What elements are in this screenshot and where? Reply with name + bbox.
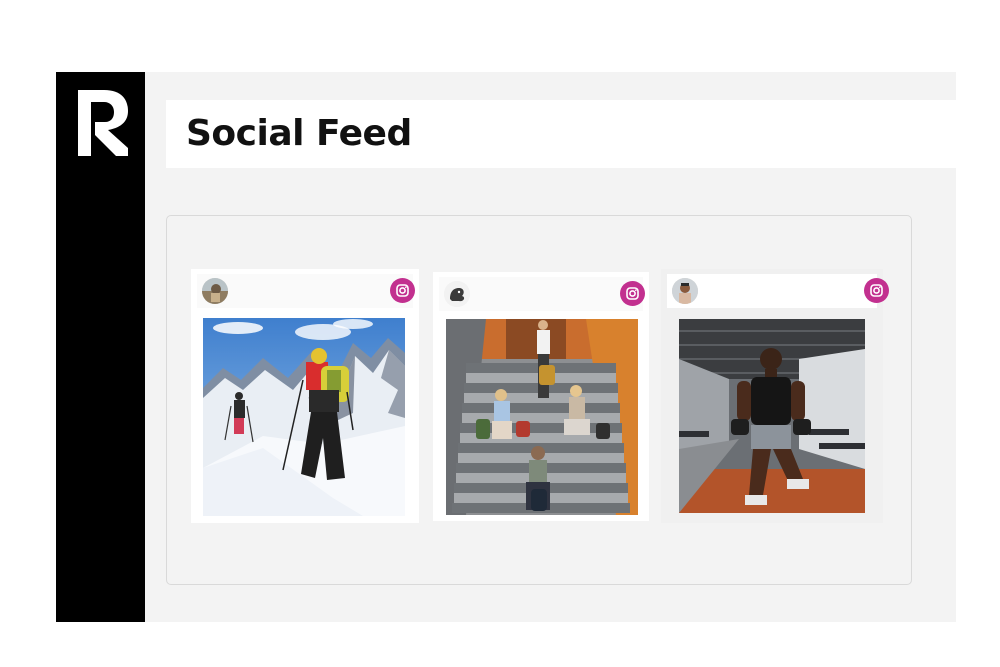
page-title: Social Feed <box>186 113 412 154</box>
app-window: Social Feed <box>56 72 956 622</box>
man-lunging-with-dumbbells-in-gym-photo[interactable] <box>679 319 865 513</box>
user-avatar[interactable] <box>672 278 698 304</box>
post-card[interactable] <box>433 272 649 521</box>
post-card[interactable] <box>191 269 419 523</box>
header-bar: Social Feed <box>166 100 956 168</box>
social-feed-panel <box>166 215 912 585</box>
brand-logo-icon[interactable] <box>78 90 128 156</box>
instagram-icon[interactable] <box>864 278 889 303</box>
post-header <box>439 277 645 311</box>
post-header <box>197 274 415 308</box>
post-header <box>667 274 889 308</box>
post-card[interactable] <box>661 269 889 523</box>
skiers-climbing-snowy-mountain-photo[interactable] <box>203 318 405 516</box>
sidebar <box>56 72 145 622</box>
people-sitting-on-stairs-photo[interactable] <box>446 319 638 515</box>
user-avatar[interactable] <box>202 278 228 304</box>
user-avatar[interactable] <box>444 281 470 307</box>
instagram-icon[interactable] <box>620 281 645 306</box>
instagram-icon[interactable] <box>390 278 415 303</box>
